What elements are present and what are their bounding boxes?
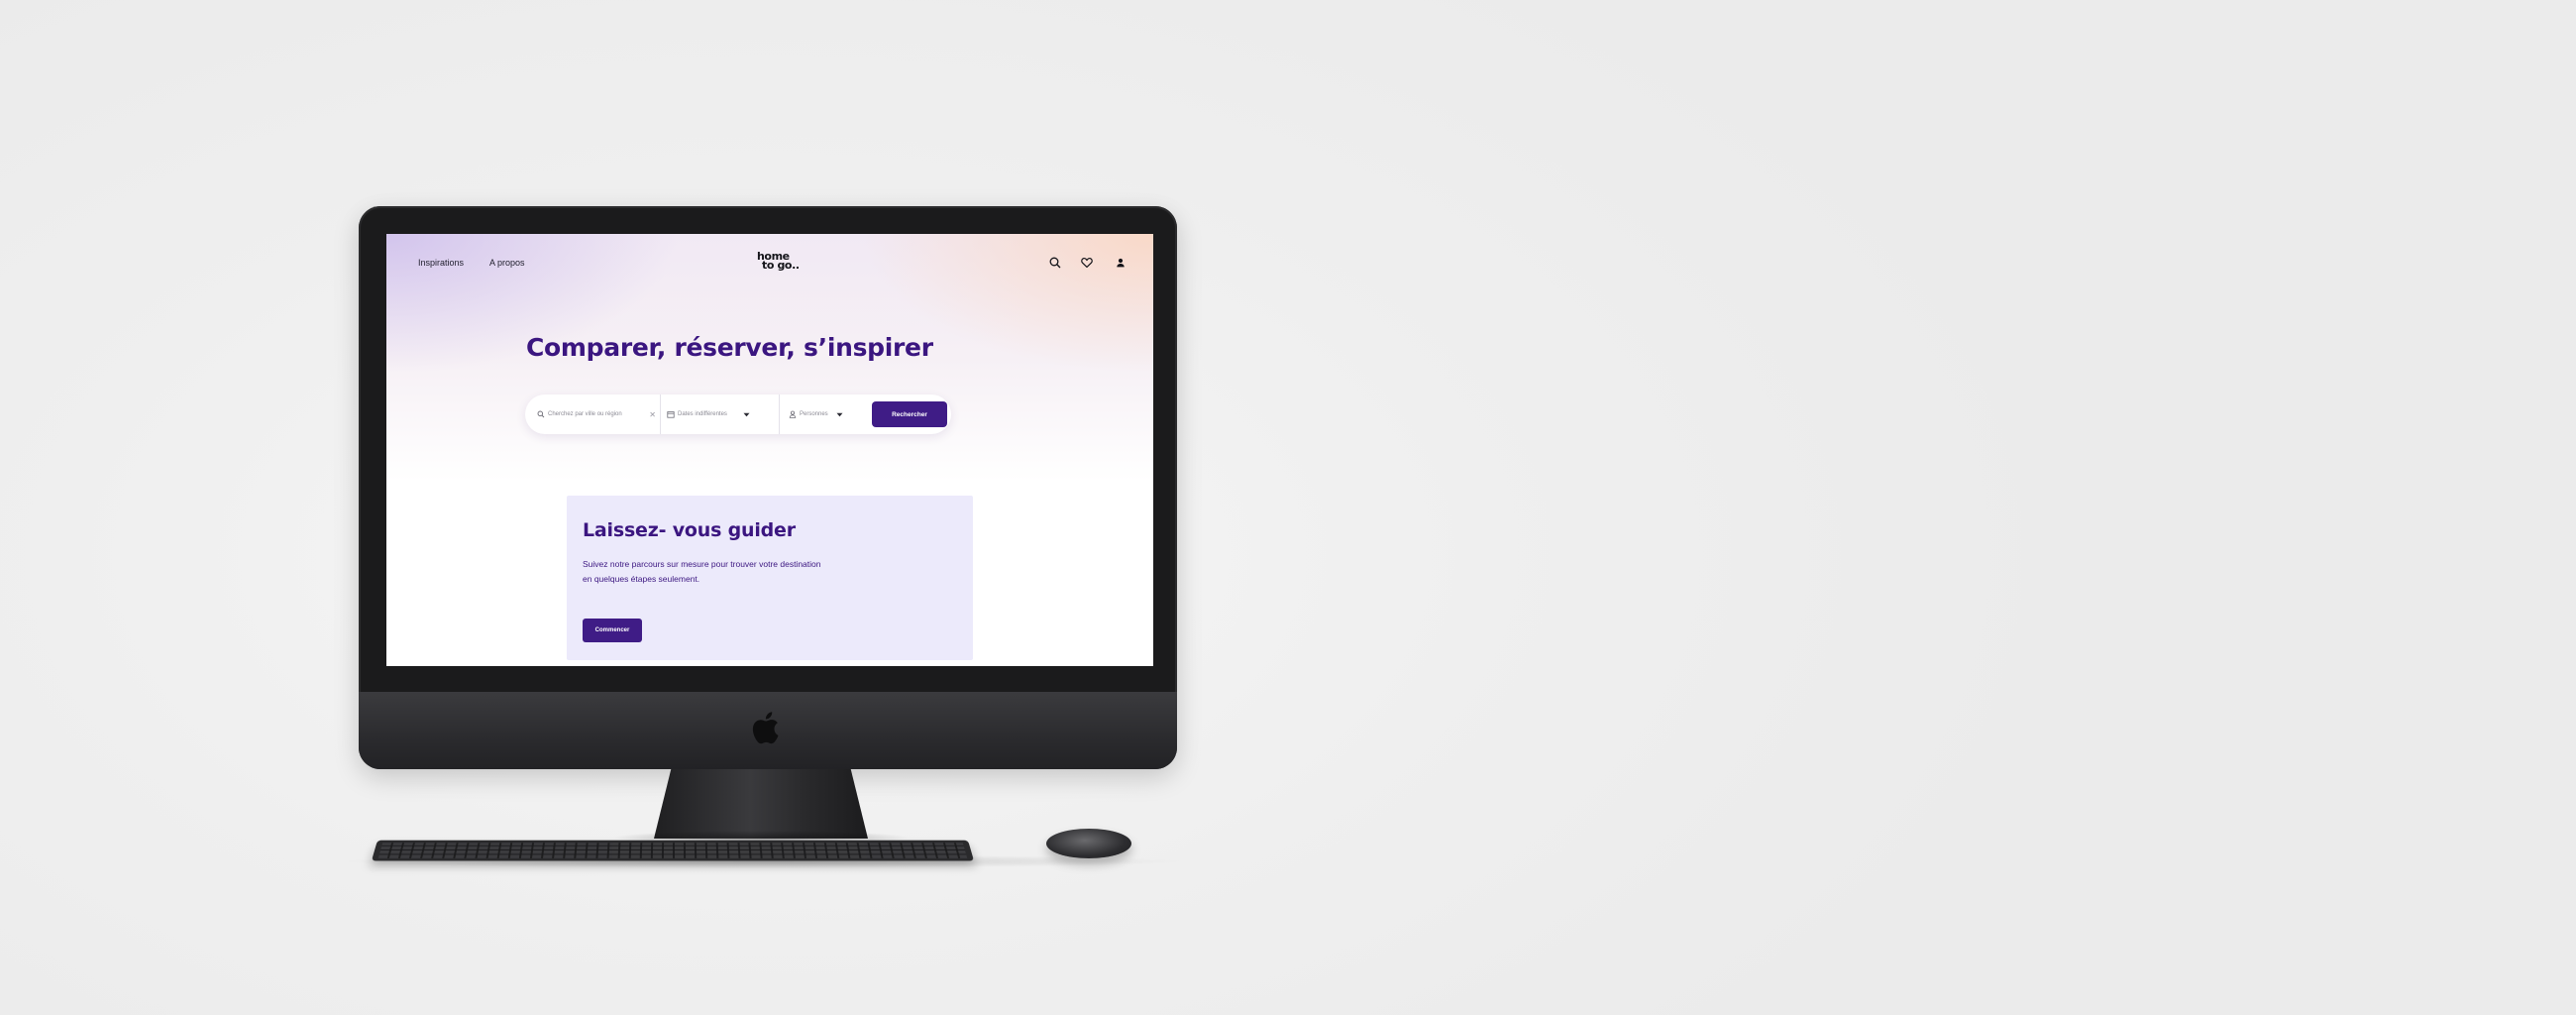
search-icon[interactable]	[1048, 256, 1062, 270]
chevron-down-icon	[836, 412, 843, 416]
guide-description-line-1: Suivez notre parcours sur mesure pour tr…	[583, 559, 821, 569]
guide-description-line-2: en quelques étapes seulement.	[583, 574, 700, 584]
calendar-icon	[667, 411, 675, 418]
destination-field[interactable]: Cherchez par ville ou région ✕	[537, 395, 656, 434]
search-button[interactable]: Rechercher	[872, 401, 947, 427]
nav-link-a-propos[interactable]: A propos	[489, 258, 525, 268]
guide-card: Laissez- vous guider Suivez notre parcou…	[567, 496, 973, 660]
clear-icon[interactable]: ✕	[649, 410, 656, 419]
destination-placeholder: Cherchez par ville ou région	[548, 411, 622, 417]
guests-placeholder: Personnes	[800, 411, 828, 417]
imac-stand	[654, 769, 868, 839]
nav-link-inspirations[interactable]: Inspirations	[418, 258, 464, 268]
user-icon[interactable]	[1114, 256, 1127, 270]
dates-field[interactable]: Dates indifférentes	[667, 395, 772, 434]
keyboard-rows	[377, 843, 968, 858]
guests-field[interactable]: Personnes	[789, 395, 868, 434]
search-bar: Cherchez par ville ou région ✕ Dates ind…	[525, 395, 951, 434]
mockup-scene: Inspirations A propos home to go.. Compa…	[0, 0, 2576, 1015]
person-icon	[789, 410, 797, 418]
search-icon	[537, 410, 545, 418]
search-divider	[660, 395, 661, 434]
apple-logo-icon	[752, 712, 779, 744]
logo[interactable]: home to go..	[757, 251, 806, 272]
chevron-down-icon	[743, 412, 750, 416]
dates-placeholder: Dates indifférentes	[678, 411, 727, 417]
hero-title: Comparer, réserver, s’inspirer	[526, 333, 933, 362]
logo-line-2: to go..	[762, 259, 800, 272]
mouse	[1046, 829, 1131, 858]
guide-title: Laissez- vous guider	[583, 519, 796, 541]
search-divider	[779, 395, 780, 434]
imac-screen: Inspirations A propos home to go.. Compa…	[386, 234, 1153, 666]
keyboard	[371, 840, 975, 861]
heart-icon[interactable]	[1080, 256, 1094, 270]
start-button[interactable]: Commencer	[583, 619, 642, 642]
guide-description: Suivez notre parcours sur mesure pour tr…	[583, 557, 880, 587]
